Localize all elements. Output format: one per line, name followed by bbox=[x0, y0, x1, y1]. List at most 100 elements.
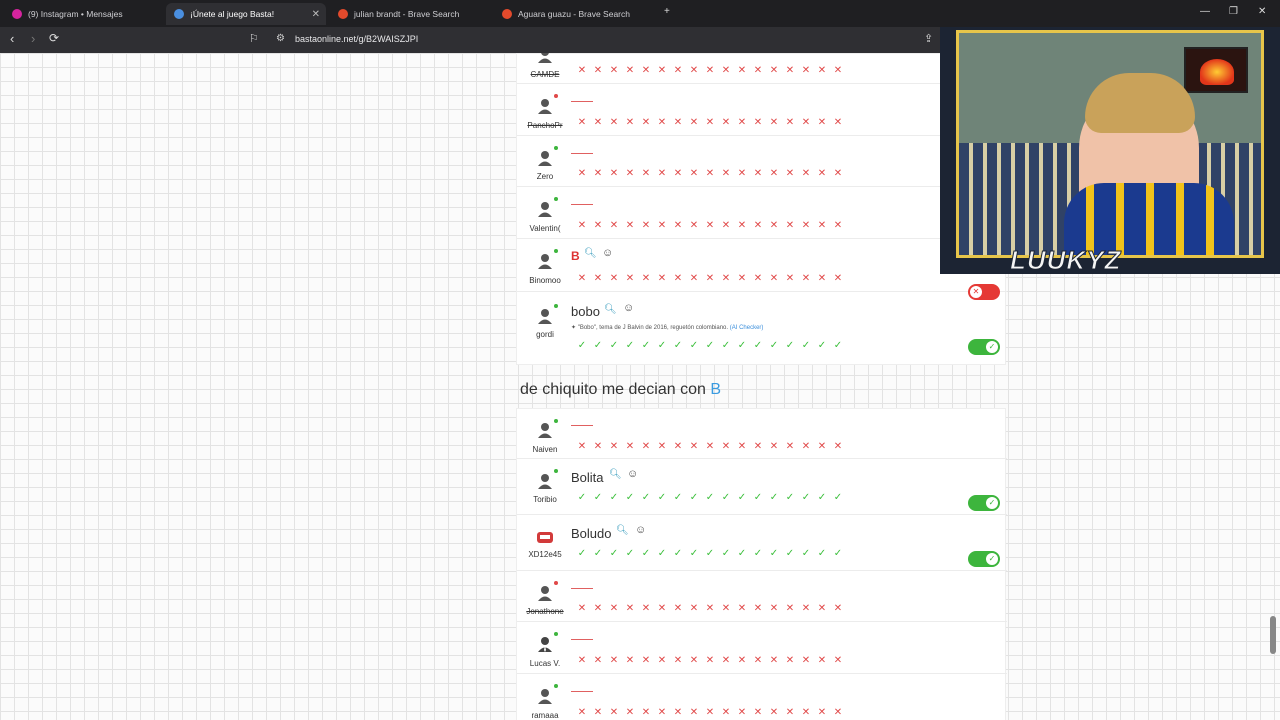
x-mark-icon: ✕ bbox=[641, 441, 651, 452]
empty-answer bbox=[571, 639, 593, 640]
vote-marks: ✕ ✕ ✕ ✕ ✕ ✕ ✕ ✕ ✕ ✕ ✕ ✕ ✕ ✕ ✕ ✕ ✕ bbox=[574, 442, 846, 452]
tab-julian-brandt[interactable]: julian brandt - Brave Search bbox=[330, 3, 490, 25]
x-mark-icon: ✕ bbox=[689, 117, 699, 128]
check-mark-icon: ✓ bbox=[737, 340, 747, 351]
emoji-react-icon[interactable]: ☺ bbox=[627, 468, 638, 480]
back-icon[interactable]: ‹ bbox=[10, 31, 14, 46]
x-mark-icon: ✕ bbox=[625, 441, 635, 452]
x-mark-icon: ✕ bbox=[689, 441, 699, 452]
x-mark-icon: ✕ bbox=[689, 603, 699, 614]
site-settings-icon[interactable]: ⚙ bbox=[276, 33, 285, 44]
new-tab-icon[interactable]: + bbox=[664, 6, 670, 17]
page-scrollbar[interactable] bbox=[1270, 616, 1276, 654]
x-mark-icon: ✕ bbox=[721, 65, 731, 76]
minimize-icon[interactable]: — bbox=[1200, 6, 1210, 17]
player-name: Valentin( bbox=[529, 224, 561, 233]
x-mark-icon: ✕ bbox=[657, 168, 667, 179]
validation-toggle[interactable]: ✓ bbox=[968, 495, 1000, 511]
x-mark-icon: ✕ bbox=[785, 168, 795, 179]
check-mark-icon: ✓ bbox=[593, 548, 603, 559]
check-mark-icon: ✓ bbox=[641, 340, 651, 351]
x-mark-icon: ✕ bbox=[657, 441, 667, 452]
check-mark-icon: ✓ bbox=[689, 548, 699, 559]
x-mark-icon: ✕ bbox=[625, 220, 635, 231]
check-mark-icon: ✓ bbox=[785, 548, 795, 559]
x-mark-icon: ✕ bbox=[657, 65, 667, 76]
search-icon[interactable]: 🔍︎ bbox=[609, 469, 622, 480]
tab-aguara-guazu[interactable]: Aguara guazu - Brave Search bbox=[494, 3, 654, 25]
x-mark-icon: ✕ bbox=[609, 65, 619, 76]
x-mark-icon: ✕ bbox=[721, 441, 731, 452]
user-avatar-icon bbox=[535, 307, 555, 327]
custom-avatar-icon bbox=[535, 527, 555, 547]
x-mark-icon: ✕ bbox=[833, 655, 843, 666]
x-mark-icon: ✕ bbox=[577, 168, 587, 179]
restore-icon[interactable]: ❐ bbox=[1229, 6, 1238, 17]
brave-icon bbox=[502, 9, 512, 19]
check-mark-icon: ✓ bbox=[769, 492, 779, 503]
player-name: gordi bbox=[536, 330, 554, 339]
x-mark-icon: ✕ bbox=[689, 168, 699, 179]
check-mark-icon: ✓ bbox=[785, 340, 795, 351]
x-mark-icon: ✕ bbox=[641, 707, 651, 718]
x-mark-icon: ✕ bbox=[817, 220, 827, 231]
emoji-react-icon[interactable]: ☺ bbox=[623, 302, 634, 314]
tab-instagram[interactable]: (9) Instagram • Mensajes bbox=[4, 3, 164, 25]
x-mark-icon: ✕ bbox=[801, 273, 811, 284]
emoji-react-icon[interactable]: ☺ bbox=[635, 524, 646, 536]
x-mark-icon: ✕ bbox=[833, 441, 843, 452]
ai-checker-link[interactable]: (AI Checker) bbox=[730, 325, 764, 331]
check-mark-icon: ✓ bbox=[833, 492, 843, 503]
check-mark-icon: ✓ bbox=[689, 340, 699, 351]
validation-toggle[interactable]: ✓ bbox=[968, 551, 1000, 567]
address-bar[interactable]: bastaonline.net/g/B2WAISZJPI bbox=[295, 34, 418, 44]
basta-icon bbox=[174, 9, 184, 19]
player-name: Binomoo bbox=[529, 276, 561, 285]
emoji-react-icon[interactable]: ☺ bbox=[602, 247, 613, 259]
x-mark-icon: ✕ bbox=[721, 603, 731, 614]
bookmark-icon[interactable]: ⚐ bbox=[249, 32, 259, 45]
x-mark-icon: ✕ bbox=[625, 117, 635, 128]
x-mark-icon: ✕ bbox=[833, 273, 843, 284]
x-mark-icon: ✕ bbox=[721, 168, 731, 179]
x-mark-icon: ✕ bbox=[753, 220, 763, 231]
x-mark-icon: ✕ bbox=[657, 655, 667, 666]
x-mark-icon: ✕ bbox=[769, 655, 779, 666]
user-avatar-icon bbox=[535, 97, 555, 117]
x-mark-icon: ✕ bbox=[817, 655, 827, 666]
player-name: XD12e45 bbox=[528, 550, 562, 559]
search-icon[interactable]: 🔍︎ bbox=[604, 304, 617, 315]
x-mark-icon: ✕ bbox=[769, 220, 779, 231]
validation-toggle[interactable]: ✓ bbox=[968, 339, 1000, 355]
x-mark-icon: ✕ bbox=[705, 655, 715, 666]
answers-card-round-2: Naiven ✕ ✕ ✕ ✕ ✕ ✕ ✕ ✕ ✕ ✕ ✕ ✕ ✕ ✕ ✕ ✕ ✕ Toribio Bolita … bbox=[516, 408, 1007, 720]
x-mark-icon: ✕ bbox=[673, 707, 683, 718]
x-mark-icon: ✕ bbox=[705, 65, 715, 76]
search-icon[interactable]: 🔍︎ bbox=[616, 525, 629, 536]
search-icon[interactable]: 🔍︎ bbox=[584, 248, 597, 259]
player-row: ramaaa ✕ ✕ ✕ ✕ ✕ ✕ ✕ ✕ ✕ ✕ ✕ ✕ ✕ ✕ ✕ ✕ ✕ bbox=[517, 674, 1007, 720]
x-mark-icon: ✕ bbox=[833, 707, 843, 718]
player-name: Lucas V. bbox=[529, 659, 561, 668]
x-mark-icon: ✕ bbox=[801, 220, 811, 231]
close-tab-icon[interactable]: ✕ bbox=[312, 9, 320, 20]
check-mark-icon: ✓ bbox=[801, 492, 811, 503]
x-mark-icon: ✕ bbox=[705, 168, 715, 179]
forward-icon[interactable]: › bbox=[31, 31, 35, 46]
tab-basta[interactable]: ¡Únete al juego Basta! ✕ bbox=[166, 3, 326, 25]
reload-icon[interactable]: ⟳ bbox=[49, 31, 59, 45]
x-mark-icon: ✕ bbox=[689, 65, 699, 76]
x-mark-icon: ✕ bbox=[785, 273, 795, 284]
close-window-icon[interactable]: ✕ bbox=[1258, 6, 1266, 17]
x-mark-icon: ✕ bbox=[753, 273, 763, 284]
x-mark-icon: ✕ bbox=[609, 603, 619, 614]
x-mark-icon: ✕ bbox=[769, 707, 779, 718]
share-icon[interactable]: ⇪ bbox=[924, 32, 933, 45]
vote-marks: ✕ ✕ ✕ ✕ ✕ ✕ ✕ ✕ ✕ ✕ ✕ ✕ ✕ ✕ ✕ ✕ ✕ bbox=[574, 221, 846, 231]
check-mark-icon: ✓ bbox=[753, 492, 763, 503]
x-mark-icon: ✕ bbox=[801, 655, 811, 666]
x-mark-icon: ✕ bbox=[609, 707, 619, 718]
x-mark-icon: ✕ bbox=[737, 220, 747, 231]
check-mark-icon: ✓ bbox=[641, 492, 651, 503]
check-mark-icon: ✓ bbox=[609, 340, 619, 351]
